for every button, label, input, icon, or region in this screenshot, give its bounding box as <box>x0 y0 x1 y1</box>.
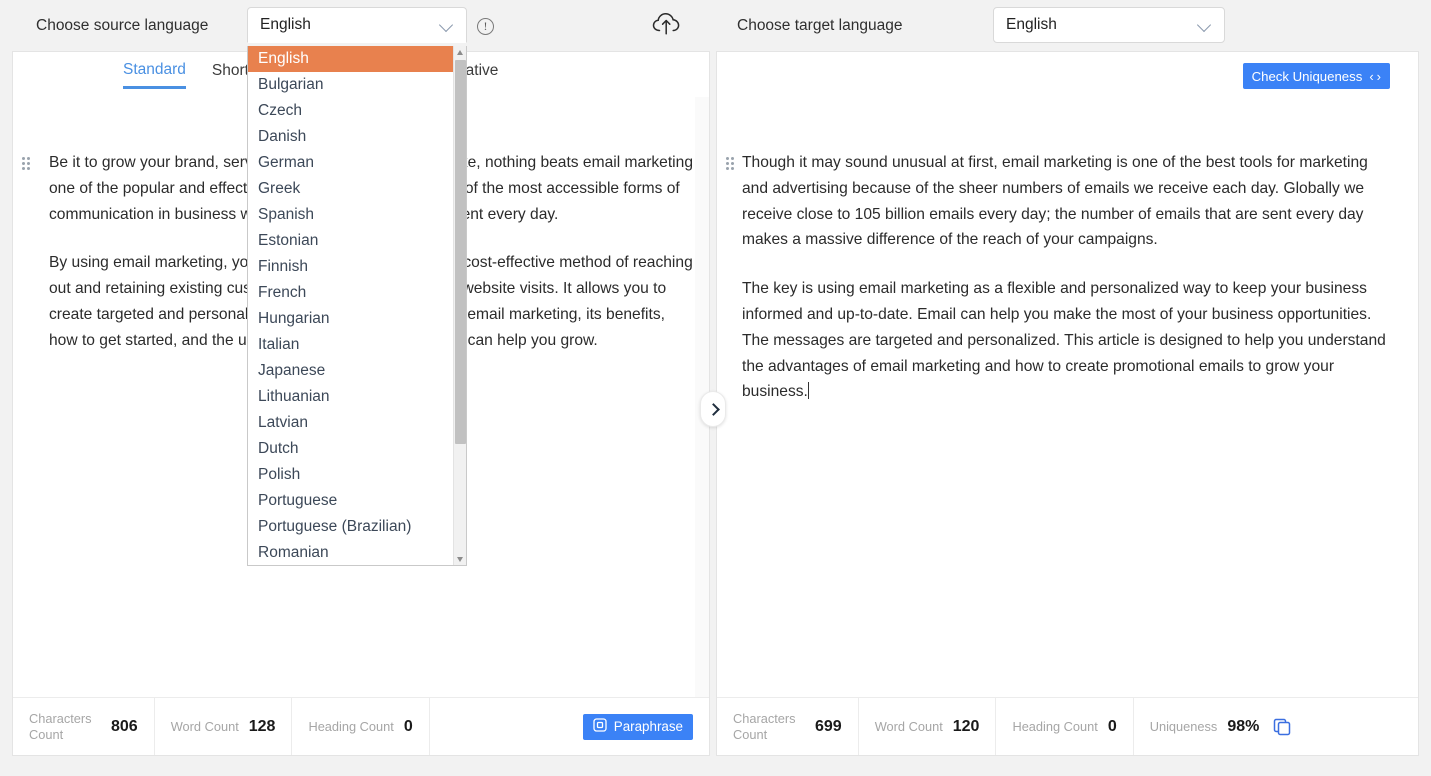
target-characters-count: Characters Count 699 <box>717 698 859 755</box>
language-option-hungarian[interactable]: Hungarian <box>248 306 456 332</box>
target-text-paragraph: Though it may sound unusual at first, em… <box>742 154 1373 249</box>
heading-count-label: Heading Count <box>308 718 394 734</box>
language-option-japanese[interactable]: Japanese <box>248 358 456 384</box>
info-icon[interactable]: ! <box>477 18 494 35</box>
source-heading-count: Heading Count 0 <box>292 698 430 755</box>
language-option-greek[interactable]: Greek <box>248 176 456 202</box>
target-status-bar: Characters Count 699 Word Count 120 Head… <box>717 697 1418 755</box>
heading-count-label: Heading Count <box>1012 718 1098 734</box>
target-language-select[interactable]: English <box>993 7 1225 43</box>
heading-count-value: 0 <box>403 717 413 735</box>
copy-icon[interactable] <box>1269 714 1295 740</box>
target-language-label: Choose target language <box>737 17 903 34</box>
panel-expand-handle[interactable] <box>700 391 726 427</box>
source-status-bar: Characters Count 806 Word Count 128 Head… <box>13 697 709 755</box>
cloud-upload-icon[interactable] <box>651 9 683 39</box>
language-option-english[interactable]: English <box>248 46 456 72</box>
target-text-paragraph: The key is using email marketing as a fl… <box>742 280 1391 401</box>
source-characters-count: Characters Count 806 <box>13 698 155 755</box>
characters-count-label: Characters Count <box>29 710 92 742</box>
word-count-label: Word Count <box>874 718 943 734</box>
characters-count-value: 699 <box>815 717 842 735</box>
language-option-finnish[interactable]: Finnish <box>248 254 456 280</box>
source-language-value: English <box>260 16 311 33</box>
target-text-content[interactable]: Though it may sound unusual at first, em… <box>742 150 1392 428</box>
target-language-value: English <box>1006 16 1057 33</box>
language-option-spanish[interactable]: Spanish <box>248 202 456 228</box>
status-spacer <box>430 698 567 755</box>
prev-arrow-icon[interactable]: ‹ <box>1369 70 1373 83</box>
word-count-value: 128 <box>248 717 276 735</box>
scroll-down-arrow-icon[interactable] <box>454 553 466 565</box>
source-language-label: Choose source language <box>36 17 209 34</box>
language-option-italian[interactable]: Italian <box>248 332 456 358</box>
scrollbar-thumb[interactable] <box>455 60 466 444</box>
heading-count-value: 0 <box>1107 717 1117 735</box>
language-option-polish[interactable]: Polish <box>248 462 456 488</box>
uniqueness-nav: ‹ › <box>1369 70 1381 83</box>
paraphrase-button[interactable]: Paraphrase <box>582 713 693 740</box>
characters-count-value: 806 <box>111 717 138 735</box>
drag-handle-icon[interactable] <box>22 157 32 173</box>
next-arrow-icon[interactable]: › <box>1377 70 1381 83</box>
tab-standard[interactable]: Standard <box>123 61 186 89</box>
chevron-down-icon <box>1198 18 1212 32</box>
language-option-portuguese[interactable]: Portuguese <box>248 488 456 514</box>
language-option-german[interactable]: German <box>248 150 456 176</box>
language-option-french[interactable]: French <box>248 280 456 306</box>
paraphrase-icon <box>593 718 607 735</box>
language-option-dutch[interactable]: Dutch <box>248 436 456 462</box>
language-option-list: English Bulgarian Czech Danish German Greek Sp… <box>248 46 456 565</box>
source-language-dropdown: English Bulgarian Czech Danish German Greek Sp… <box>247 46 467 566</box>
check-uniqueness-label: Check Uniqueness <box>1251 68 1363 84</box>
word-count-value: 120 <box>952 717 980 735</box>
text-caret <box>807 382 809 400</box>
characters-count-label: Characters Count <box>733 710 796 742</box>
check-uniqueness-button[interactable]: Check Uniqueness ‹ › <box>1242 63 1390 89</box>
uniqueness-label: Uniqueness <box>1149 718 1218 734</box>
paraphraser-app: Choose source language English ! Choose … <box>0 0 1431 776</box>
language-option-portuguese-brazilian[interactable]: Portuguese (Brazilian) <box>248 514 456 540</box>
language-option-estonian[interactable]: Estonian <box>248 228 456 254</box>
dropdown-scrollbar[interactable] <box>453 46 466 565</box>
drag-handle-icon[interactable] <box>726 157 736 173</box>
paraphrase-button-label: Paraphrase <box>613 719 683 734</box>
paraphrase-cell: Paraphrase <box>567 698 709 755</box>
uniqueness-value: 98% <box>1227 717 1260 735</box>
scroll-up-arrow-icon[interactable] <box>454 46 466 59</box>
language-option-romanian[interactable]: Romanian <box>248 540 456 565</box>
language-option-latvian[interactable]: Latvian <box>248 410 456 436</box>
top-toolbar: Choose source language English ! Choose … <box>0 0 1431 51</box>
language-option-lithuanian[interactable]: Lithuanian <box>248 384 456 410</box>
language-option-bulgarian[interactable]: Bulgarian <box>248 72 456 98</box>
source-word-count: Word Count 128 <box>155 698 293 755</box>
chevron-down-icon <box>440 18 454 32</box>
uniqueness-cell: Uniqueness 98% <box>1134 698 1312 755</box>
target-word-count: Word Count 120 <box>859 698 997 755</box>
target-text-panel: Check Uniqueness ‹ › Though it may sound… <box>716 51 1419 756</box>
word-count-label: Word Count <box>170 718 239 734</box>
language-option-czech[interactable]: Czech <box>248 98 456 124</box>
language-option-danish[interactable]: Danish <box>248 124 456 150</box>
source-language-select[interactable]: English <box>247 7 467 43</box>
target-heading-count: Heading Count 0 <box>996 698 1134 755</box>
